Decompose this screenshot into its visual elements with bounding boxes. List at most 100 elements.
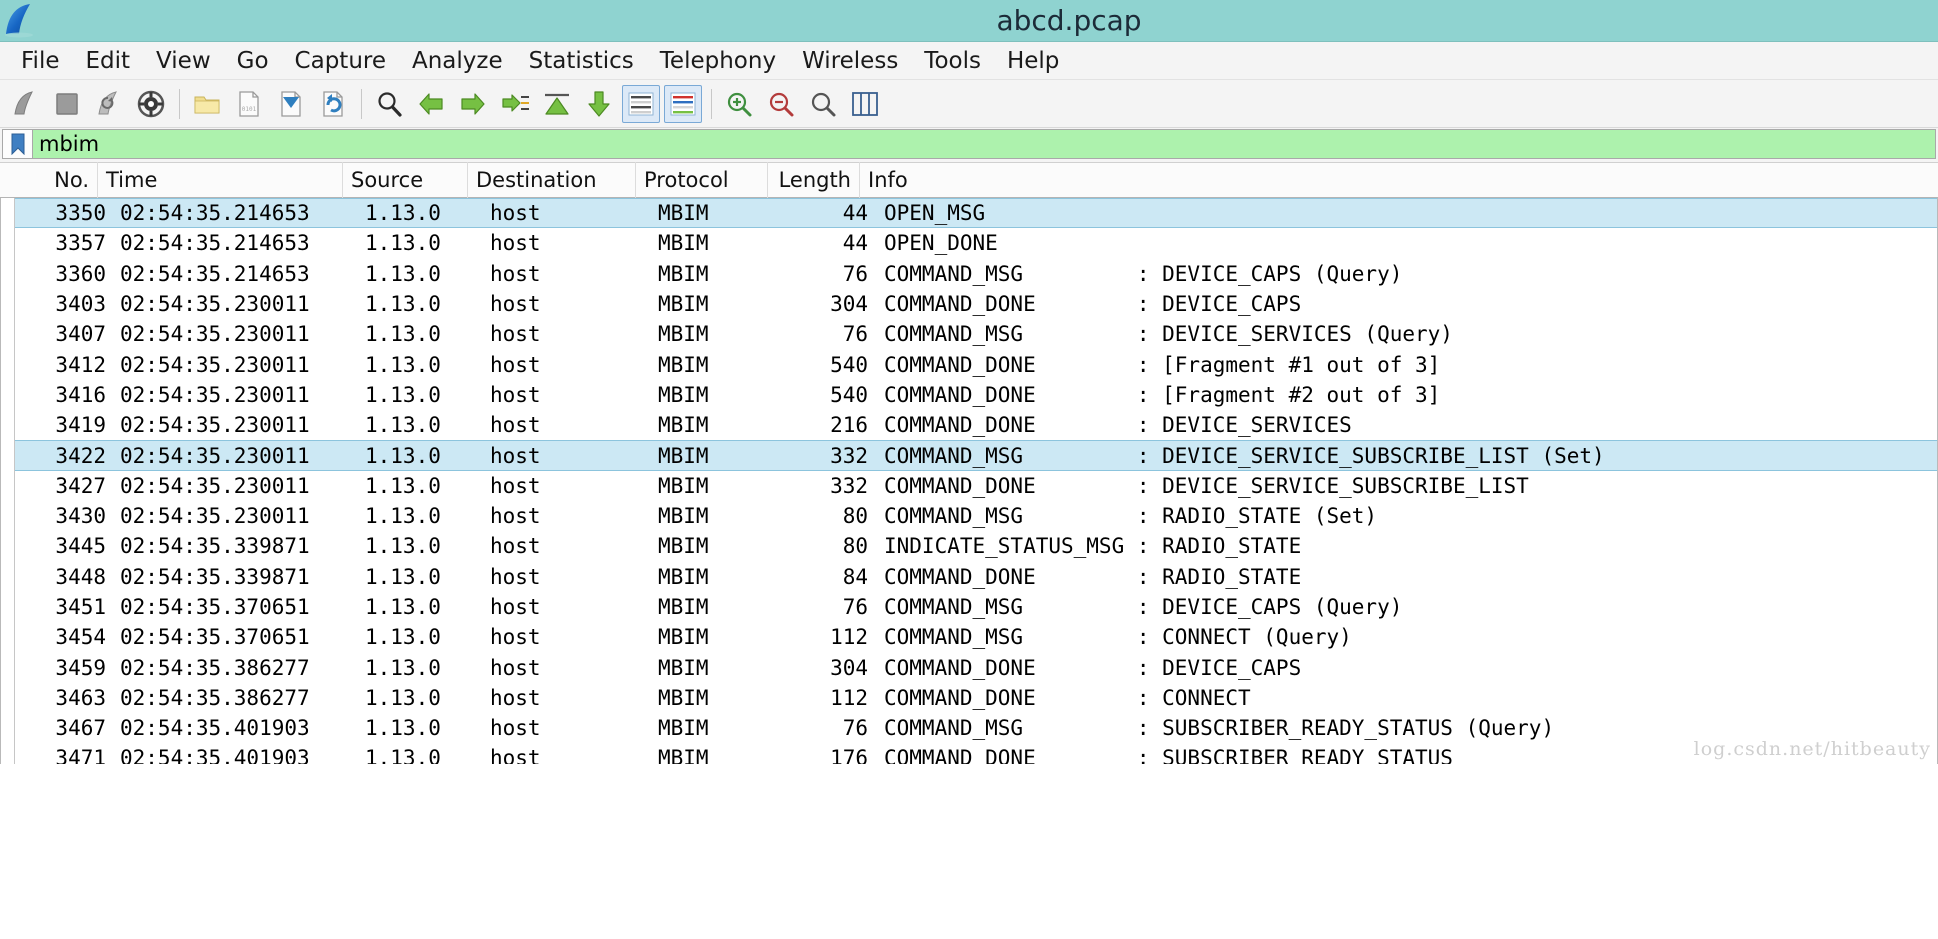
start-capture-icon[interactable] bbox=[6, 85, 44, 123]
cell-info: COMMAND_MSG : DEVICE_SERVICE_SUBSCRIBE_L… bbox=[884, 443, 1605, 468]
cell-length: 80 bbox=[842, 504, 868, 529]
go-to-first-packet-icon[interactable] bbox=[538, 85, 576, 123]
cell-length: 176 bbox=[830, 746, 868, 764]
menu-item-file[interactable]: File bbox=[8, 46, 73, 76]
packet-row[interactable]: 3459 02:54:35.386277 1.13.0 host MBIM 304 COMM… bbox=[1, 652, 1937, 682]
cell-time: 02:54:35.401903 bbox=[120, 716, 310, 741]
cell-time: 02:54:35.230011 bbox=[120, 443, 310, 468]
cell-no: 3416 bbox=[55, 382, 106, 407]
cell-protocol: MBIM bbox=[658, 382, 709, 407]
cell-destination: host bbox=[490, 595, 541, 619]
menu-item-tools[interactable]: Tools bbox=[911, 46, 994, 76]
zoom-out-icon[interactable] bbox=[762, 85, 800, 123]
packet-row[interactable]: 3416 02:54:35.230011 1.13.0 host MBIM 540 COMM… bbox=[1, 380, 1937, 410]
cell-no: 3403 bbox=[55, 292, 106, 317]
packet-row[interactable]: 3463 02:54:35.386277 1.13.0 host MBIM 112 COMM… bbox=[1, 683, 1937, 713]
normal-size-icon[interactable] bbox=[804, 85, 842, 123]
find-packet-magnifier-icon[interactable] bbox=[370, 85, 408, 123]
cell-protocol: MBIM bbox=[658, 716, 709, 741]
cell-info: COMMAND_MSG : RADIO_STATE (Set) bbox=[884, 504, 1378, 529]
packet-row[interactable]: 3350 02:54:35.214653 1.13.0 host MBIM 44 OPEN_… bbox=[1, 198, 1937, 229]
display-filter-input[interactable]: mbim bbox=[32, 129, 1936, 159]
go-forward-arrow-icon[interactable] bbox=[454, 85, 492, 123]
bookmark-ribbon-icon[interactable] bbox=[2, 129, 32, 159]
cell-info: COMMAND_DONE : CONNECT bbox=[884, 685, 1251, 710]
stop-capture-icon[interactable] bbox=[48, 85, 86, 123]
cell-length: 216 bbox=[830, 413, 868, 438]
cell-length: 332 bbox=[830, 473, 868, 498]
menu-item-go[interactable]: Go bbox=[224, 46, 282, 76]
menu-item-telephony[interactable]: Telephony bbox=[647, 46, 789, 76]
zoom-in-icon[interactable] bbox=[720, 85, 758, 123]
packet-row[interactable]: 3445 02:54:35.339871 1.13.0 host MBIM 80 INDIC… bbox=[1, 531, 1937, 561]
save-file-icon[interactable]: 0101 bbox=[230, 85, 268, 123]
go-to-last-packet-icon[interactable] bbox=[580, 85, 618, 123]
menu-item-wireless[interactable]: Wireless bbox=[789, 46, 911, 76]
cell-source: 1.13.0 bbox=[365, 231, 441, 256]
colorize-packets-icon[interactable] bbox=[664, 84, 702, 123]
cell-time: 02:54:35.230011 bbox=[120, 292, 310, 317]
column-header-time[interactable]: Time bbox=[98, 162, 343, 198]
cell-source: 1.13.0 bbox=[365, 322, 441, 347]
cell-protocol: MBIM bbox=[658, 201, 709, 226]
go-back-arrow-icon[interactable] bbox=[412, 85, 450, 123]
cell-no: 3451 bbox=[55, 595, 106, 619]
packet-row[interactable]: 3467 02:54:35.401903 1.13.0 host MBIM 76 COMMA… bbox=[1, 713, 1937, 743]
column-header-no[interactable]: No. bbox=[0, 162, 98, 198]
cell-no: 3350 bbox=[55, 201, 106, 226]
cell-destination: host bbox=[490, 231, 541, 256]
cell-destination: host bbox=[490, 382, 541, 407]
cell-no: 3454 bbox=[55, 625, 106, 650]
packet-row[interactable]: 3471 02:54:35.401903 1.13.0 host MBIM 176 COMM… bbox=[1, 743, 1937, 764]
menu-item-analyze[interactable]: Analyze bbox=[399, 46, 516, 76]
packet-row[interactable]: 3422 02:54:35.230011 1.13.0 host MBIM 332 COMM… bbox=[1, 440, 1937, 471]
cell-info: COMMAND_DONE : DEVICE_CAPS bbox=[884, 655, 1302, 680]
packet-list[interactable]: 3350 02:54:35.214653 1.13.0 host MBIM 44 OPEN_… bbox=[0, 198, 1938, 764]
menu-item-statistics[interactable]: Statistics bbox=[516, 46, 647, 76]
cell-info: COMMAND_MSG : CONNECT (Query) bbox=[884, 625, 1352, 650]
resize-columns-icon[interactable] bbox=[846, 85, 884, 123]
column-header-source[interactable]: Source bbox=[343, 162, 468, 198]
reload-file-icon[interactable] bbox=[314, 85, 352, 123]
packet-row[interactable]: 3357 02:54:35.214653 1.13.0 host MBIM 44 OPEN_… bbox=[1, 228, 1937, 258]
packet-row[interactable]: 3403 02:54:35.230011 1.13.0 host MBIM 304 COMM… bbox=[1, 289, 1937, 319]
column-header-destination[interactable]: Destination bbox=[468, 162, 636, 198]
packet-row[interactable]: 3448 02:54:35.339871 1.13.0 host MBIM 84 COMMA… bbox=[1, 562, 1937, 592]
packet-row[interactable]: 3419 02:54:35.230011 1.13.0 host MBIM 216 COMM… bbox=[1, 410, 1937, 440]
cell-info: COMMAND_DONE : DEVICE_CAPS bbox=[884, 292, 1302, 317]
packet-row[interactable]: 3407 02:54:35.230011 1.13.0 host MBIM 76 COMMA… bbox=[1, 319, 1937, 349]
cell-source: 1.13.0 bbox=[365, 292, 441, 317]
column-header-info[interactable]: Info bbox=[860, 162, 1938, 198]
cell-destination: host bbox=[490, 413, 541, 438]
restart-capture-icon[interactable] bbox=[90, 85, 128, 123]
cell-destination: host bbox=[490, 261, 541, 286]
packet-row[interactable]: 3430 02:54:35.230011 1.13.0 host MBIM 80 COMMA… bbox=[1, 501, 1937, 531]
packet-row[interactable]: 3454 02:54:35.370651 1.13.0 host MBIM 112 COMM… bbox=[1, 622, 1937, 652]
cell-source: 1.13.0 bbox=[365, 625, 441, 650]
column-header-length[interactable]: Length bbox=[768, 162, 860, 198]
capture-options-gear-icon[interactable] bbox=[132, 85, 170, 123]
menu-item-edit[interactable]: Edit bbox=[73, 46, 144, 76]
auto-scroll-icon[interactable] bbox=[622, 84, 660, 123]
cell-length: 112 bbox=[830, 625, 868, 650]
cell-time: 02:54:35.370651 bbox=[120, 625, 310, 650]
close-file-icon[interactable] bbox=[272, 85, 310, 123]
cell-info: COMMAND_DONE : DEVICE_SERVICE_SUBSCRIBE_… bbox=[884, 473, 1529, 498]
cell-time: 02:54:35.386277 bbox=[120, 685, 310, 710]
cell-time: 02:54:35.230011 bbox=[120, 473, 310, 498]
packet-row[interactable]: 3360 02:54:35.214653 1.13.0 host MBIM 76 COMMA… bbox=[1, 259, 1937, 289]
menu-item-capture[interactable]: Capture bbox=[282, 46, 399, 76]
cell-info: OPEN_DONE bbox=[884, 231, 1137, 256]
menu-item-help[interactable]: Help bbox=[994, 46, 1072, 76]
column-header-protocol[interactable]: Protocol bbox=[636, 162, 768, 198]
menu-item-view[interactable]: View bbox=[143, 46, 224, 76]
cell-time: 02:54:35.230011 bbox=[120, 413, 310, 438]
packet-row[interactable]: 3451 02:54:35.370651 1.13.0 host MBIM 76 COMMA… bbox=[1, 592, 1937, 622]
cell-length: 76 bbox=[842, 261, 868, 286]
packet-list-header: No. Time Source Destination Protocol Len… bbox=[0, 162, 1938, 198]
packet-row[interactable]: 3412 02:54:35.230011 1.13.0 host MBIM 540 COMM… bbox=[1, 349, 1937, 379]
go-to-packet-icon[interactable] bbox=[496, 85, 534, 123]
packet-row[interactable]: 3427 02:54:35.230011 1.13.0 host MBIM 332 COMM… bbox=[1, 471, 1937, 501]
open-file-folder-icon[interactable] bbox=[188, 85, 226, 123]
cell-no: 3427 bbox=[55, 473, 106, 498]
